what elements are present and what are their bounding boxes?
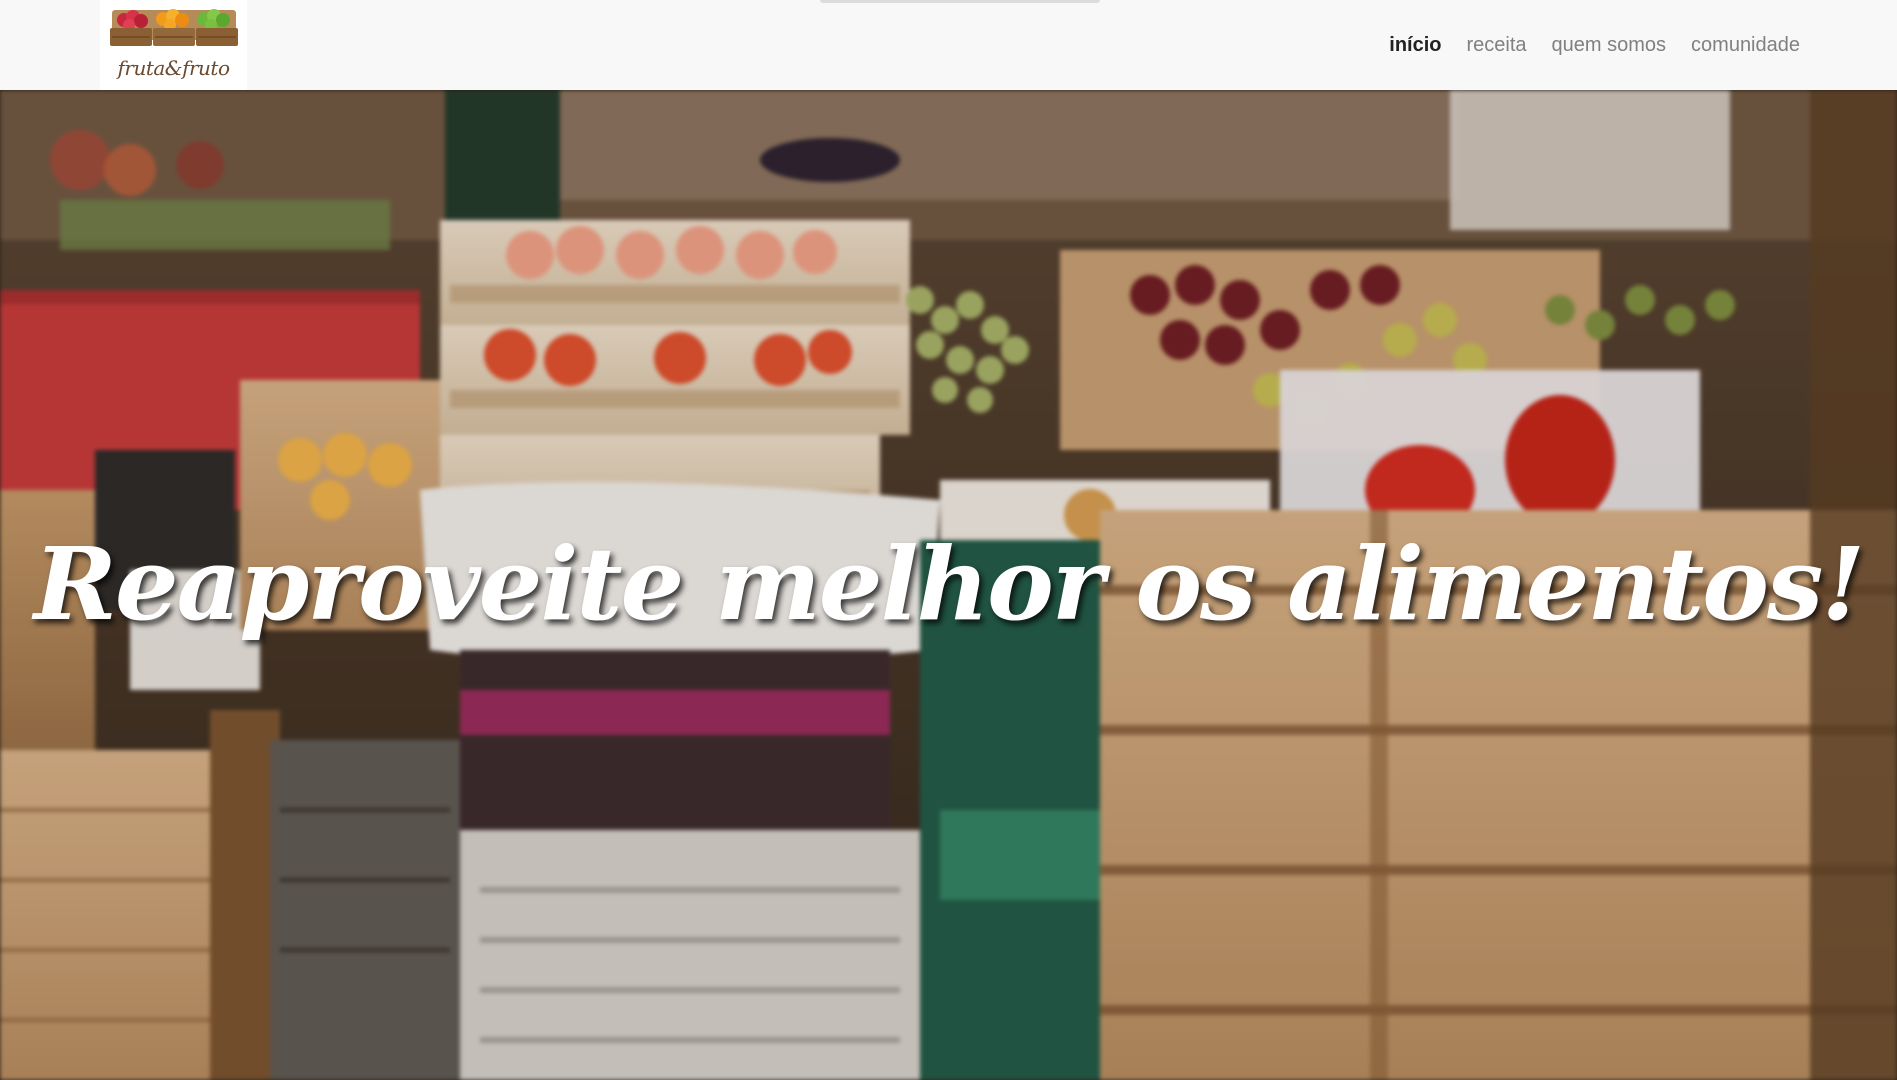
- nav-item-comunidade[interactable]: comunidade: [1691, 34, 1800, 57]
- navbar: fruta&fruto início receita quem somos co…: [0, 0, 1897, 90]
- nav-top-decoration: [820, 0, 1100, 3]
- nav-item-receita[interactable]: receita: [1467, 34, 1527, 57]
- brand-logo[interactable]: fruta&fruto: [100, 0, 247, 90]
- nav-item-inicio[interactable]: início: [1389, 34, 1441, 57]
- nav-item-quem-somos[interactable]: quem somos: [1552, 34, 1667, 57]
- hero-section: Reaproveite melhor os alimentos!: [0, 90, 1897, 1080]
- hero-title: Reaproveite melhor os alimentos!: [33, 525, 1865, 643]
- main-nav: início receita quem somos comunidade: [1389, 0, 1800, 90]
- brand-name: fruta&fruto: [117, 56, 230, 80]
